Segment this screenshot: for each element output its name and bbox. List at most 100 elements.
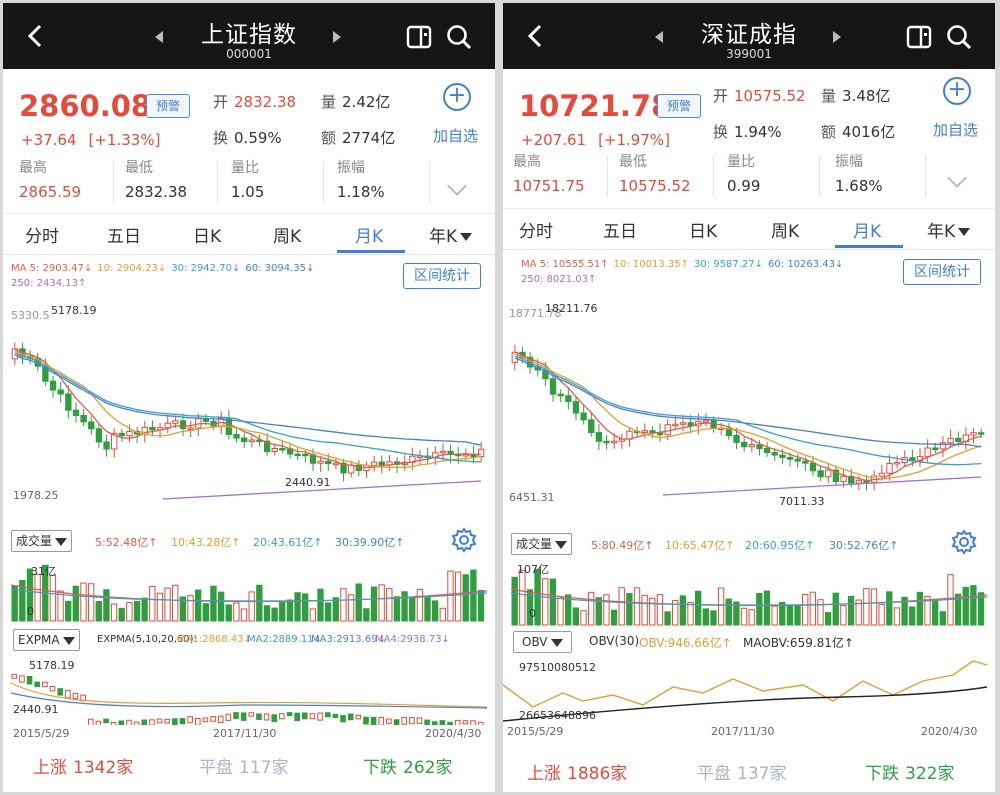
volume-bar [286,599,294,622]
volume-bar [156,592,164,622]
volume-bar [847,595,855,626]
settings-gear-icon[interactable] [451,527,477,553]
candle-body [279,447,286,451]
volume-bar [542,578,549,626]
indicator-dropdown[interactable]: OBV [513,631,572,653]
unchanged-count: 平盘 137家 [697,759,786,784]
volume-indicator-dropdown[interactable]: 成交量 [11,530,73,552]
back-icon[interactable] [521,21,551,51]
range-stats-button[interactable]: 区间统计 [403,263,481,289]
layout-switch-icon[interactable] [905,23,933,51]
indicator-candle [279,713,285,720]
next-stock-icon[interactable] [333,31,341,43]
chevron-down-icon[interactable] [947,168,967,188]
volume-bar [802,593,809,626]
candle-body [893,461,901,465]
tab-yearly-k[interactable]: 年K [429,222,473,247]
kline-svg [11,342,485,500]
indicator-svg [10,673,488,730]
volume-bar [710,610,717,626]
dropdown-triangle-icon [958,228,971,236]
vol-ma30: 30:52.76亿↑ [829,539,899,552]
volume-chart[interactable]: 31亿 0 [3,555,495,625]
volume-bar [149,586,156,622]
candle-body [580,412,587,421]
layout-switch-icon[interactable] [405,23,433,51]
candle-body [611,440,618,444]
tab-five-day[interactable]: 五日 [107,222,141,247]
amplitude-label: 振幅 [835,154,863,170]
kline-chart[interactable]: 5330.5 5178.19 2440.91 1978.25 [3,299,495,524]
tab-yearly-k-label: 年K [429,227,458,247]
chevron-down-icon[interactable] [447,176,467,196]
indicator-chart[interactable]: 5178.19 2440.91 [3,653,495,730]
volume-chart[interactable]: 107亿 0 [503,559,995,629]
volume-bar [477,589,485,622]
volume-bar [294,592,301,622]
candle-body [172,420,179,424]
tab-five-day[interactable]: 五日 [603,217,637,242]
candle-body [370,461,378,466]
add-watchlist-button[interactable]: 加自选 [433,125,478,146]
tab-yearly-k[interactable]: 年K [927,217,971,242]
candle-body [271,447,278,453]
settings-gear-icon[interactable] [951,529,977,555]
high-stat: 最高 2865.59 [19,157,81,201]
date-mid: 2017/11/30 [711,725,775,738]
indicator-candle [126,719,132,728]
volume-svg [10,564,488,622]
ma30-value: 30: 9587.27↓ [694,259,764,270]
volume-bar [210,585,217,622]
moving-average-legend: MA 5: 2903.47↓ 10: 2904.23↓ 30: 2942.70↓ 60… [11,261,391,291]
volume-indicator-dropdown[interactable]: 成交量 [511,533,573,555]
indicator-dropdown[interactable]: EXPMA [13,629,80,651]
add-watchlist-icon[interactable]: + [443,83,471,111]
search-icon[interactable] [445,23,473,51]
candle-body [57,389,64,395]
indicator-chart[interactable]: 97510080512 26653648896 [503,657,995,729]
indicator-candle [133,721,140,727]
tab-monthly-k[interactable]: 月K [355,222,383,247]
tab-weekly-k[interactable]: 周K [273,222,301,247]
price-alert-button[interactable]: 预警 [146,94,190,118]
add-watchlist-icon[interactable]: + [943,77,971,105]
unchanged-label: 平盘 [199,758,233,778]
tab-daily-k[interactable]: 日K [193,222,221,247]
vol-ma20: 20:60.95亿↑ [745,539,815,552]
volume-bar [202,603,209,622]
volume-bar [786,605,794,626]
add-watchlist-button[interactable]: 加自选 [933,119,978,140]
amplitude-value: 1.68% [835,177,883,195]
candle-body [771,452,778,456]
tab-intraday[interactable]: 分时 [25,222,59,247]
indicator-candle [164,719,170,724]
top-bar: 深证成指 399001 [503,3,995,69]
candle-body [679,422,687,425]
price-alert-button[interactable]: 预警 [657,94,701,118]
declining-count: 下跌 322家 [865,759,954,784]
prev-stock-icon[interactable] [155,31,163,43]
tab-monthly-k[interactable]: 月K [853,217,881,242]
tab-weekly-k[interactable]: 周K [771,217,799,242]
prev-stock-icon[interactable] [655,31,663,43]
next-stock-icon[interactable] [833,31,841,43]
range-stats-button[interactable]: 区间统计 [903,259,981,285]
indicator-candle [118,720,125,729]
search-icon[interactable] [945,23,973,51]
volume-bar [317,588,324,622]
candle-body [241,437,248,443]
tab-intraday[interactable]: 分时 [519,217,553,242]
advancing-value: 1886家 [567,764,628,784]
volume-bar [347,594,355,622]
tab-daily-k[interactable]: 日K [689,217,717,242]
back-icon[interactable] [21,21,51,51]
kline-chart[interactable]: 18771.78 18211.76 7011.33 6451.31 [503,295,995,520]
ma60-value: 60: 3094.35↓ [245,263,315,274]
volume-field: 量 2.42亿 [321,91,390,112]
ma60-value: 60: 10263.43↓ [768,259,844,270]
volume-bar [424,595,431,622]
volume-bar [409,596,416,622]
indicator-candle [439,720,446,726]
low-stat: 最低 2832.38 [125,157,187,201]
ma10-value: 10: 10013.35↑ [613,259,690,270]
